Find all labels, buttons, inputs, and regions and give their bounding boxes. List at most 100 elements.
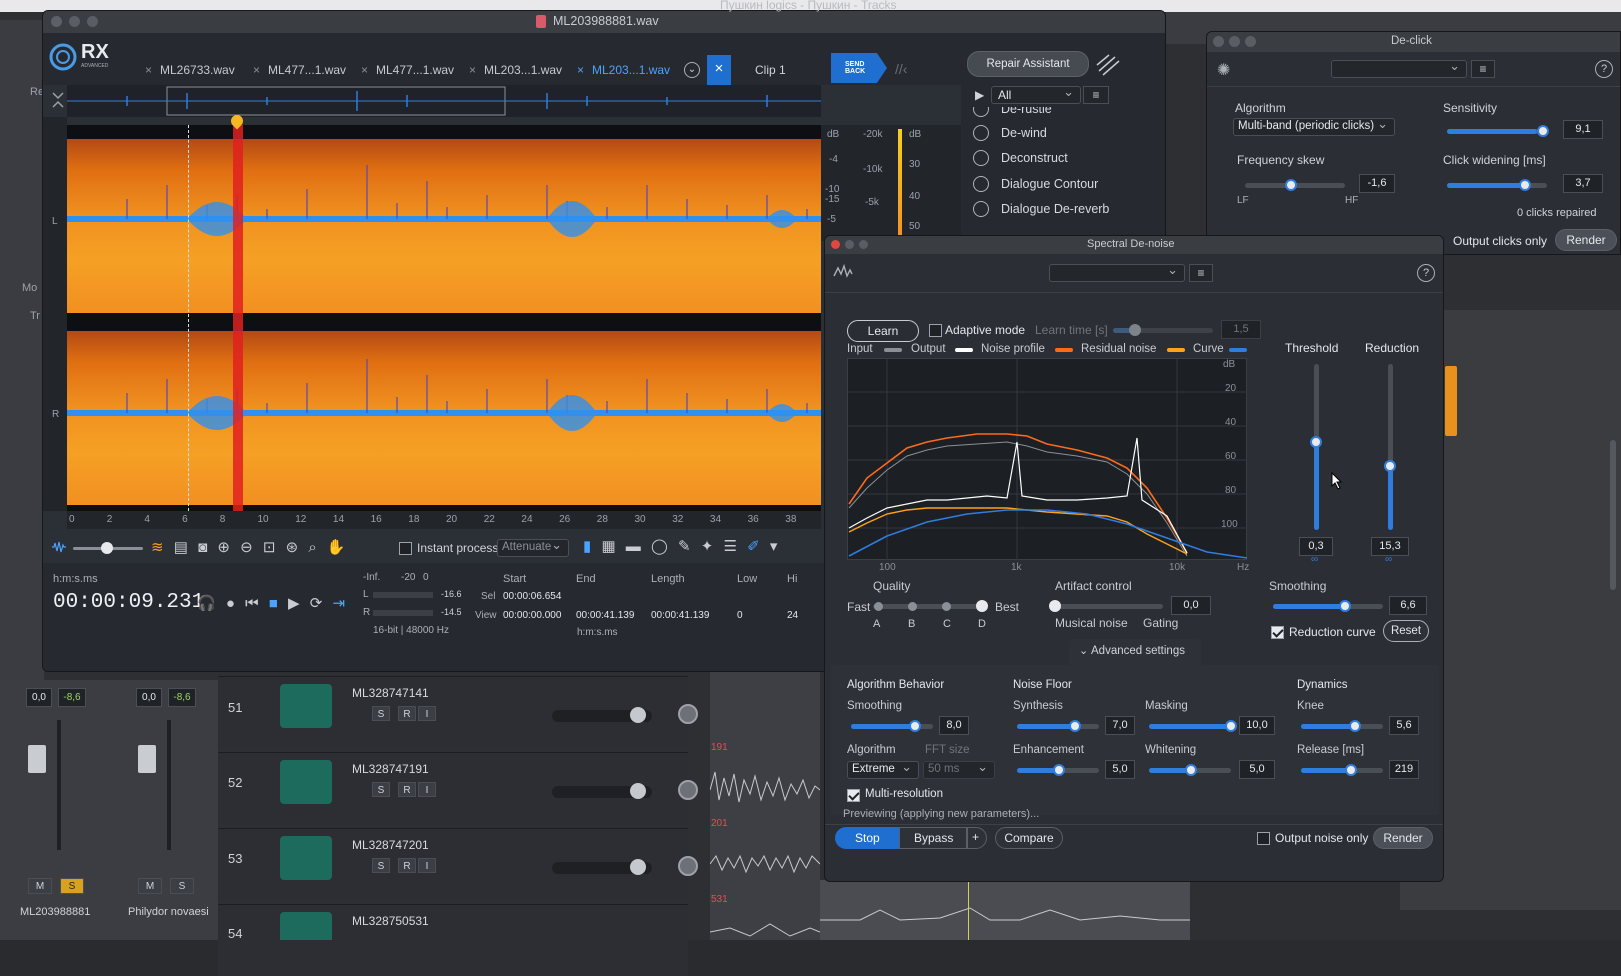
- click-widening-value[interactable]: 3,7: [1563, 174, 1603, 193]
- enhancement-knob[interactable]: [1053, 764, 1065, 776]
- minimize-button[interactable]: [1229, 36, 1240, 47]
- module-filter-dropdown[interactable]: All: [991, 84, 1081, 104]
- whitening-value[interactable]: 5,0: [1239, 760, 1275, 779]
- track-solo-button[interactable]: S: [372, 706, 390, 721]
- synthesis-value[interactable]: 7,0: [1105, 716, 1135, 735]
- tab-file-3[interactable]: × ML477...1.wav: [361, 59, 454, 81]
- instant-process-checkbox[interactable]: [399, 542, 412, 555]
- magic-wand-icon[interactable]: ✦: [701, 537, 714, 555]
- declick-algorithm-dropdown[interactable]: Multi-band (periodic clicks): [1233, 116, 1395, 136]
- repair-assistant-button[interactable]: Repair Assistant: [967, 51, 1089, 77]
- declick-help-button[interactable]: ?: [1595, 60, 1613, 78]
- masking-value[interactable]: 10,0: [1239, 716, 1275, 735]
- zoom-fit-icon[interactable]: ⊡: [263, 538, 276, 556]
- daw-scrollbar[interactable]: [1610, 440, 1616, 590]
- harmonic-selection-icon[interactable]: ☰: [723, 537, 736, 555]
- tools-dropdown-icon[interactable]: ▾: [770, 537, 778, 555]
- tab-file-active[interactable]: × ML203...1.wav: [577, 59, 670, 81]
- clip-close-button[interactable]: ×: [707, 55, 731, 85]
- close-icon[interactable]: ×: [577, 63, 584, 77]
- time-freq-selection-icon[interactable]: ▦: [601, 537, 615, 555]
- fader-1[interactable]: [28, 745, 46, 773]
- artifact-control-knob[interactable]: [1049, 600, 1061, 612]
- tabs-dropdown-button[interactable]: ⌄: [684, 62, 700, 78]
- bypass-button[interactable]: Bypass: [899, 827, 967, 849]
- compare-button[interactable]: Compare: [995, 827, 1063, 849]
- close-button[interactable]: [51, 16, 62, 27]
- view-low-value[interactable]: 0: [737, 610, 743, 621]
- magnify-icon[interactable]: ⌕: [308, 539, 316, 556]
- track-pan-knob[interactable]: [678, 856, 698, 876]
- track-volume-knob[interactable]: [630, 783, 646, 799]
- module-deconstruct[interactable]: Deconstruct: [961, 148, 1121, 170]
- module-list-menu-button[interactable]: ≡: [1083, 86, 1109, 104]
- view-start-value[interactable]: 00:00:00.000: [503, 610, 561, 621]
- record-icon[interactable]: ●: [226, 595, 235, 612]
- declick-render-button[interactable]: Render: [1555, 229, 1617, 251]
- artifact-control-slider[interactable]: [1053, 604, 1163, 609]
- lasso-icon[interactable]: ◯: [651, 537, 668, 555]
- whitening-knob[interactable]: [1185, 764, 1197, 776]
- collapse-overview-icon[interactable]: [51, 89, 65, 111]
- knee-knob[interactable]: [1349, 720, 1361, 732]
- track-volume-knob[interactable]: [630, 859, 646, 875]
- track-solo-button[interactable]: S: [372, 858, 390, 873]
- output-noise-only-checkbox[interactable]: [1257, 832, 1270, 845]
- adv-smoothing-knob[interactable]: [909, 720, 921, 732]
- view-blend-knob[interactable]: [101, 542, 113, 554]
- attenuate-dropdown[interactable]: Attenuate: [497, 537, 569, 557]
- bypass-add-button[interactable]: +: [967, 827, 987, 849]
- view-length-value[interactable]: 00:00:41.139: [651, 610, 709, 621]
- play-module-icon[interactable]: ▶: [975, 88, 984, 102]
- click-widening-slider-knob[interactable]: [1519, 179, 1531, 191]
- loop-icon[interactable]: ⟳: [310, 594, 323, 612]
- zoom-button[interactable]: [87, 16, 98, 27]
- denoise-menu-button[interactable]: ≡: [1189, 264, 1213, 282]
- knee-value[interactable]: 5,6: [1389, 716, 1419, 735]
- zoom-out-icon[interactable]: ⊖: [240, 538, 253, 556]
- declick-preset-dropdown[interactable]: [1331, 58, 1467, 78]
- adv-smoothing-value[interactable]: 8,0: [939, 716, 969, 735]
- strip-1-solo[interactable]: S: [60, 878, 84, 894]
- declick-menu-button[interactable]: ≡: [1471, 60, 1495, 78]
- minimize-button[interactable]: [69, 16, 80, 27]
- brush-icon[interactable]: ✎: [678, 537, 691, 555]
- smoothing-value[interactable]: 6,6: [1389, 596, 1427, 615]
- release-knob[interactable]: [1345, 764, 1357, 776]
- list-icon[interactable]: ▤: [174, 538, 188, 556]
- module-dialogue-contour[interactable]: Dialogue Contour: [961, 174, 1121, 196]
- track-input-button[interactable]: I: [418, 782, 436, 797]
- minimize-button[interactable]: [845, 240, 854, 249]
- release-value[interactable]: 219: [1389, 760, 1419, 779]
- waveform-edit-icon[interactable]: [1095, 51, 1123, 77]
- track-volume-knob[interactable]: [630, 707, 646, 723]
- enhancement-value[interactable]: 5,0: [1105, 760, 1135, 779]
- reduction-slider-knob[interactable]: [1384, 460, 1396, 472]
- close-icon[interactable]: ×: [361, 63, 368, 77]
- strip-2-mute[interactable]: M: [138, 878, 162, 894]
- zoom-in-icon[interactable]: ⊕: [217, 538, 230, 556]
- time-format-selector[interactable]: h:m:s.ms: [53, 573, 98, 585]
- close-button[interactable]: [1213, 36, 1224, 47]
- spectrogram[interactable]: [67, 125, 821, 511]
- instant-process-tool-icon[interactable]: ✐: [747, 537, 760, 555]
- algorithm-dropdown[interactable]: Extreme: [847, 759, 919, 779]
- zoom-selection-icon[interactable]: ⊛: [286, 538, 299, 556]
- track-pan-knob[interactable]: [678, 704, 698, 724]
- freq-selection-icon[interactable]: ▬: [626, 538, 641, 555]
- denoise-render-button[interactable]: Render: [1373, 827, 1433, 849]
- tab-file-4[interactable]: × ML203...1.wav: [469, 59, 562, 81]
- quality-slider[interactable]: [873, 604, 985, 609]
- reset-button[interactable]: Reset: [1383, 620, 1429, 642]
- view-end-value[interactable]: 00:00:41.139: [576, 610, 634, 621]
- sensitivity-value[interactable]: 9,1: [1563, 120, 1603, 139]
- quality-knob[interactable]: [976, 600, 988, 612]
- close-button[interactable]: [831, 240, 840, 249]
- headphones-icon[interactable]: 🎧: [197, 594, 216, 612]
- track-input-button[interactable]: I: [418, 706, 436, 721]
- comment-icon[interactable]: ◙: [198, 539, 207, 556]
- adaptive-mode-checkbox[interactable]: [929, 324, 942, 337]
- reduction-link-icon[interactable]: ∞: [1385, 554, 1392, 565]
- masking-knob[interactable]: [1225, 720, 1237, 732]
- stop-icon[interactable]: ■: [269, 595, 278, 612]
